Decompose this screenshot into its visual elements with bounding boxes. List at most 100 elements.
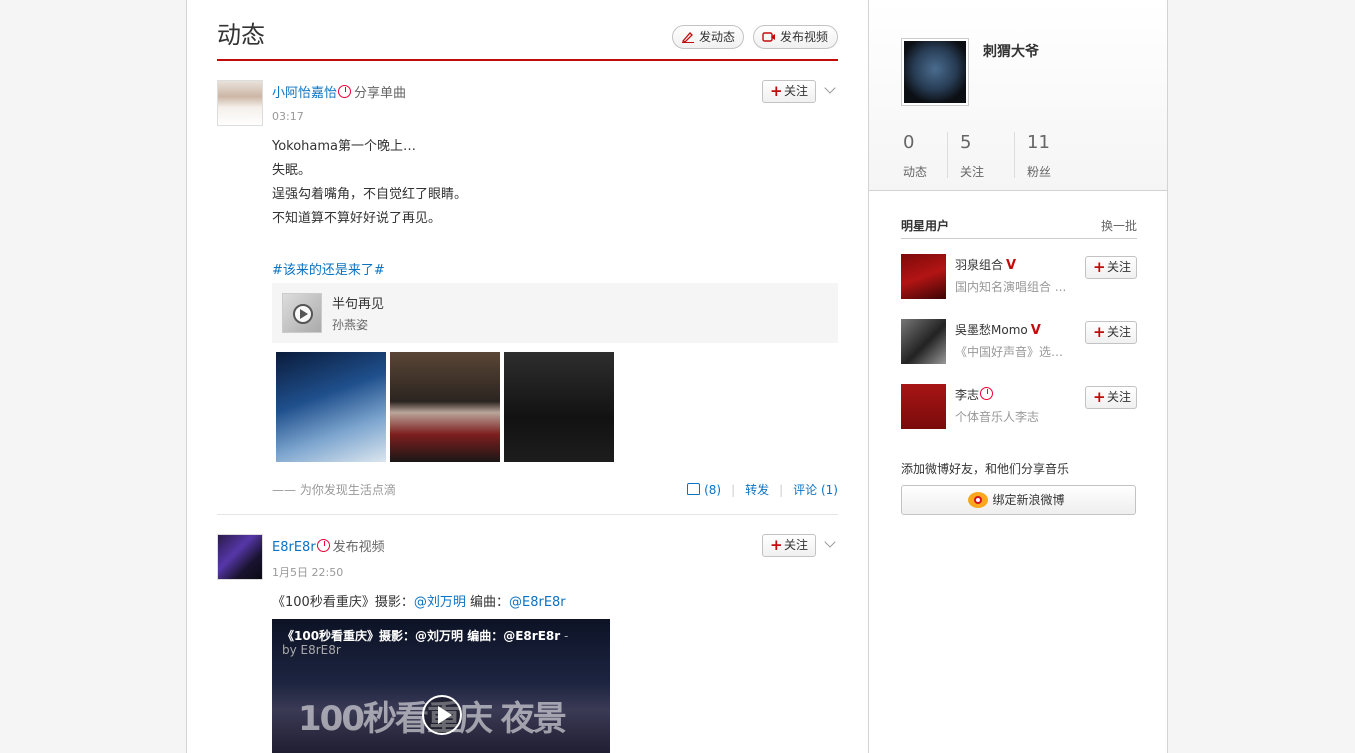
play-icon[interactable] [422,695,462,735]
post-image[interactable] [276,352,386,462]
play-icon[interactable] [293,304,313,324]
avatar[interactable] [901,319,946,364]
user-name-link[interactable]: E8rE8r [272,540,316,555]
separator: | [731,483,736,497]
star-user-desc: 《中国好声音》选手... [955,345,1073,359]
avatar[interactable] [217,80,263,126]
post-text-line: Yokohama第一个晚上… [272,139,417,154]
bind-weibo-tip: 添加微博好友，和他们分享音乐 [901,462,1070,476]
plus-icon: + [770,536,783,554]
video-title: 《100秒看重庆》摄影：@刘万明 编曲：@E8rE8r - by E8rE8r [282,629,582,657]
post-user-line: E8rE8r 发布视频 [272,539,385,557]
stat-fans[interactable]: 11 粉丝 [1014,132,1081,179]
video-player[interactable]: 《100秒看重庆》摄影：@刘万明 编曲：@E8rE8r - by E8rE8r … [272,619,610,753]
follow-button[interactable]: + 关注 [762,534,816,557]
song-artist[interactable]: 孙燕姿 [332,316,368,333]
star-user-name-line: 李志 [955,386,996,403]
musician-badge-icon [980,387,994,400]
sidebar: 刺猬大爷 0 动态 5 关注 11 粉丝 明星用户 换一批 羽泉组合 V 国内知名演唱组… [869,0,1167,753]
stat-number: 0 [903,132,915,153]
follow-button[interactable]: + 关注 [762,80,816,103]
star-user-desc: 国内知名演唱组合 ... [955,280,1067,294]
feed-item: 小阿怡嘉怡 分享单曲 03:17 + 关注 Yokohama第一个晚上… 失眠。 逞… [217,80,838,520]
stat-follows[interactable]: 5 关注 [947,132,1014,179]
separator: | [779,483,784,497]
video-title-text: 《100秒看重庆》摄影：@刘万明 编曲：@E8rE8r [282,629,561,643]
chevron-down-icon[interactable] [824,82,838,96]
post-text-line: 不知道算不算好好说了再见。 [272,211,442,226]
post-image[interactable] [504,352,614,462]
follow-label: 关注 [1107,390,1132,404]
topic-tag-link[interactable]: #该来的还是来了# [272,259,385,278]
comment-button[interactable]: 评论 (1) [793,483,838,497]
star-users-header: 明星用户 换一批 [901,217,1137,239]
profile-name[interactable]: 刺猬大爷 [983,41,1039,61]
post-time[interactable]: 03:17 [272,110,304,123]
star-user: 李志 个体音乐人李志 + 关注 [901,384,1137,429]
musician-badge-icon [316,539,330,552]
plus-icon: + [1093,388,1106,406]
plus-icon: + [770,82,783,100]
post-video-button[interactable]: 发布视频 [753,25,838,49]
like-button[interactable]: (8) [687,483,721,497]
follow-label: 关注 [1107,260,1132,274]
follow-button[interactable]: + 关注 [1085,321,1137,344]
post-actions: (8) | 转发 | 评论 (1) [687,481,838,498]
star-user-name[interactable]: 李志 [955,388,979,402]
feed-item: E8rE8r 发布视频 1月5日 22:50 + 关注 《100秒看重庆》摄影：@刘… [217,534,838,753]
stat-label: 关注 [960,165,985,179]
song-name[interactable]: 半句再见 [332,293,384,312]
star-user-name[interactable]: 吳墨愁Momo [955,323,1028,337]
star-user-name-line: 吳墨愁Momo V [955,321,1041,338]
bind-weibo-label: 绑定新浪微博 [992,493,1065,507]
stat-number: 11 [1027,132,1050,153]
star-user: 吳墨愁Momo V 《中国好声音》选手... + 关注 [901,319,1137,364]
mention-link[interactable]: @刘万明 [414,595,466,610]
star-user-name[interactable]: 羽泉组合 [955,258,1003,272]
star-user: 羽泉组合 V 国内知名演唱组合 ... + 关注 [901,254,1137,299]
post-images [276,352,616,462]
avatar[interactable] [901,254,946,299]
user-name-link[interactable]: 小阿怡嘉怡 [272,86,337,101]
avatar-image [904,41,966,103]
profile-card: 刺猬大爷 0 动态 5 关注 11 粉丝 [869,0,1167,191]
bind-weibo-button[interactable]: 绑定新浪微博 [901,485,1136,515]
post-text-part: 编曲： [465,595,509,610]
song-cover [282,293,322,333]
refresh-link[interactable]: 换一批 [1101,217,1137,234]
feed-header: 动态 发动态 发布视频 [217,0,838,61]
like-count: (8) [704,483,722,497]
divider [217,514,838,515]
follow-button[interactable]: + 关注 [1085,256,1137,279]
post-status-label: 发动态 [699,30,736,44]
video-camera-icon [762,32,775,42]
main-feed: 动态 发动态 发布视频 小阿怡嘉怡 分享单曲 03:17 + 关注 Yokohama… [187,0,869,753]
mention-link[interactable]: @E8rE8r [509,595,566,610]
follow-label: 关注 [1107,325,1132,339]
weibo-icon [968,492,988,508]
post-user-line: 小阿怡嘉怡 分享单曲 [272,85,406,103]
avatar[interactable] [217,534,263,580]
avatar[interactable] [901,384,946,429]
plus-icon: + [1093,323,1106,341]
forward-button[interactable]: 转发 [745,483,769,497]
verified-v-icon: V [1030,323,1041,338]
post-time[interactable]: 1月5日 22:50 [272,564,343,580]
post-image[interactable] [390,352,500,462]
section-title: 明星用户 [901,219,950,233]
verified-v-icon: V [1006,258,1017,273]
musician-badge-icon [338,85,352,98]
follow-button[interactable]: + 关注 [1085,386,1137,409]
follow-label: 关注 [784,84,809,98]
chevron-down-icon[interactable] [824,536,838,550]
post-text: 《100秒看重庆》摄影：@刘万明 编曲：@E8rE8r [272,591,566,615]
page: 动态 发动态 发布视频 小阿怡嘉怡 分享单曲 03:17 + 关注 Yokohama… [186,0,1168,753]
star-user-name-line: 羽泉组合 V [955,256,1016,273]
shared-song-card[interactable]: 半句再见 孙燕姿 [272,283,838,343]
post-text-line: 逞强勾着嘴角，不自觉红了眼睛。 [272,187,468,202]
post-status-button[interactable]: 发动态 [672,25,744,49]
avatar[interactable] [901,38,969,106]
stat-number: 5 [960,132,972,153]
stat-label: 粉丝 [1027,165,1052,179]
page-title: 动态 [217,21,265,49]
